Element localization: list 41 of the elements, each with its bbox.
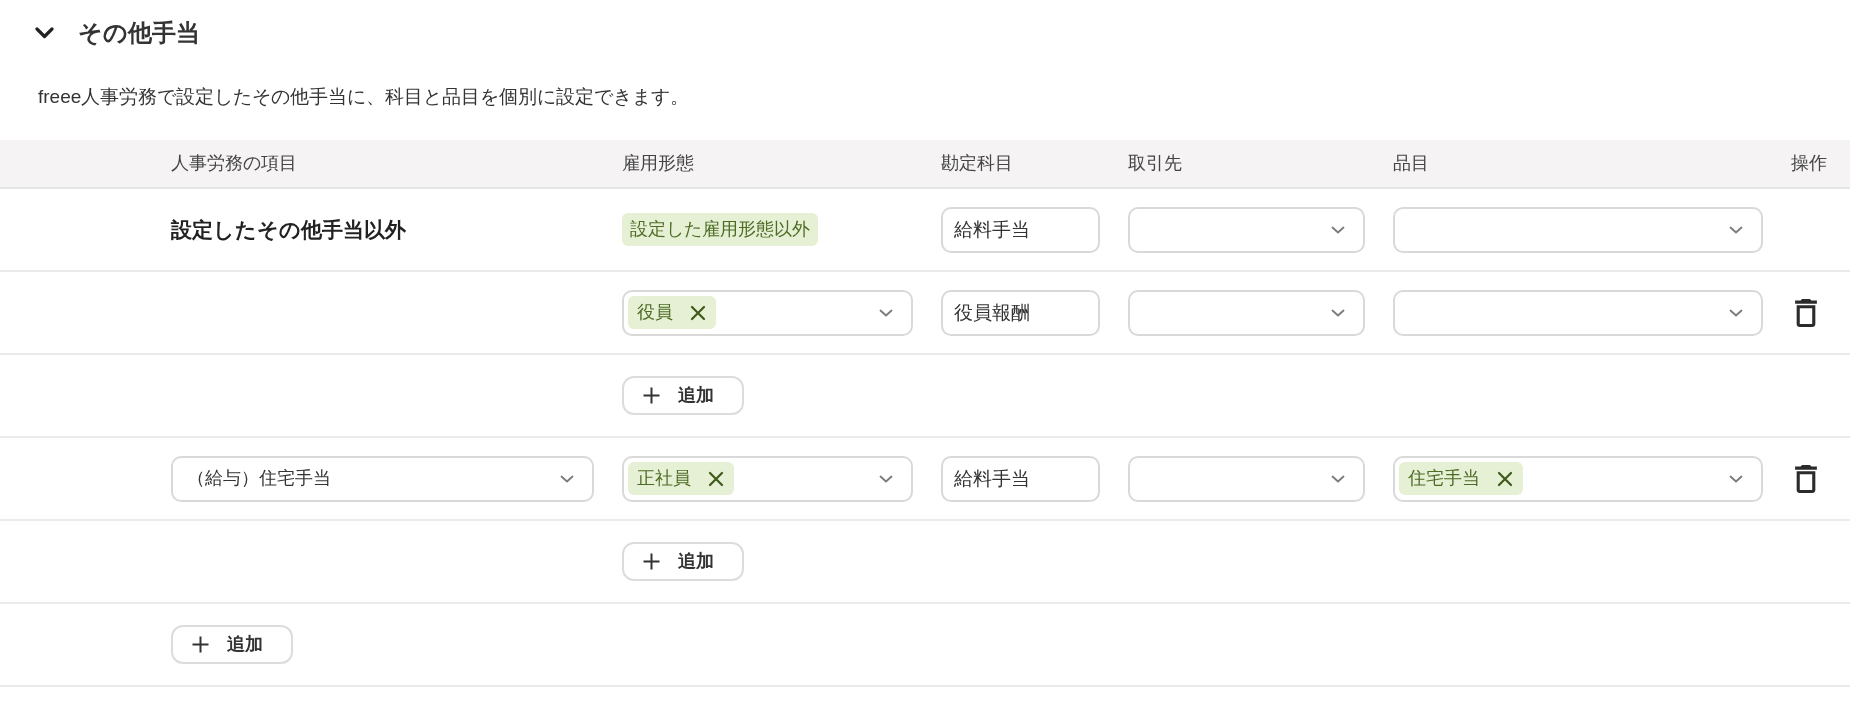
close-icon[interactable] bbox=[690, 304, 706, 321]
chevron-down-icon bbox=[879, 474, 893, 483]
chevron-down-icon bbox=[1729, 225, 1743, 234]
chevron-down-icon bbox=[1729, 308, 1743, 317]
close-icon[interactable] bbox=[708, 470, 724, 487]
tag-label: 役員 bbox=[637, 301, 673, 324]
chevron-down-icon bbox=[1331, 308, 1345, 317]
employment-badge: 設定した雇用形態以外 bbox=[622, 213, 818, 246]
chevron-down-icon bbox=[879, 308, 893, 317]
plus-icon bbox=[643, 553, 660, 570]
tag-label: 住宅手当 bbox=[1408, 467, 1480, 490]
account-input[interactable]: 役員報酬 bbox=[941, 289, 1100, 336]
add-button[interactable]: 追加 bbox=[171, 625, 293, 664]
chevron-down-icon bbox=[1331, 225, 1345, 234]
column-header: 操作 bbox=[1791, 152, 1827, 175]
add-button[interactable]: 追加 bbox=[622, 376, 744, 415]
column-header: 雇用形態 bbox=[622, 152, 694, 175]
column-header: 勘定科目 bbox=[941, 152, 1013, 175]
chevron-down-icon bbox=[1331, 474, 1345, 483]
chevron-down-icon bbox=[1729, 474, 1743, 483]
employment-select[interactable]: 役員 bbox=[622, 289, 913, 336]
account-input[interactable]: 給料手当 bbox=[941, 206, 1100, 253]
add-button[interactable]: 追加 bbox=[622, 542, 744, 581]
column-header: 品目 bbox=[1393, 152, 1429, 175]
plus-icon bbox=[643, 387, 660, 404]
close-icon[interactable] bbox=[1497, 470, 1513, 487]
allowance-label: 設定したその他手当以外 bbox=[171, 216, 406, 243]
tag-label: 正社員 bbox=[637, 467, 691, 490]
trash-icon[interactable] bbox=[1795, 464, 1817, 493]
account-input[interactable]: 給料手当 bbox=[941, 455, 1100, 502]
section-title: その他手当 bbox=[78, 18, 200, 48]
plus-icon bbox=[192, 636, 209, 653]
chevron-down-icon[interactable] bbox=[35, 27, 54, 39]
section-description: freee人事労務で設定したその他手当に、科目と品目を個別に設定できます。 bbox=[38, 84, 690, 109]
employment-select[interactable]: 正社員 bbox=[622, 455, 913, 502]
chevron-down-icon bbox=[560, 474, 574, 483]
column-header: 取引先 bbox=[1128, 152, 1182, 175]
column-header: 人事労務の項目 bbox=[171, 152, 297, 175]
trash-icon[interactable] bbox=[1795, 298, 1817, 327]
product-select[interactable]: 住宅手当 bbox=[1393, 455, 1763, 502]
allowance-select[interactable]: （給与）住宅手当 bbox=[171, 455, 594, 502]
